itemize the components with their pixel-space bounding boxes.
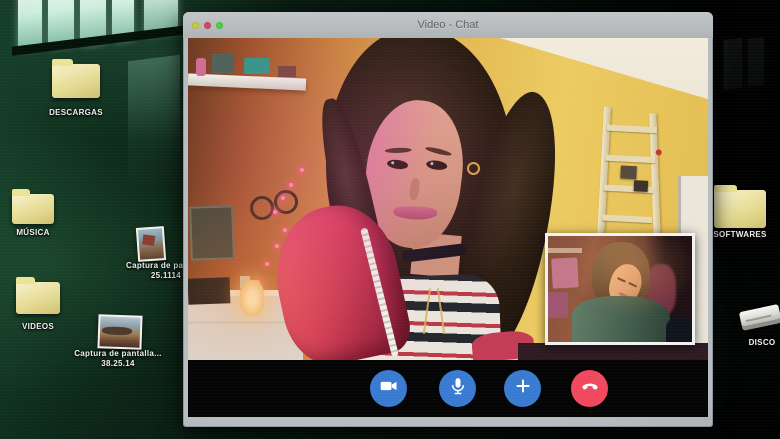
shelf-tin [244, 58, 270, 74]
pip-dark-corner [666, 318, 692, 342]
pip-poster-2 [548, 292, 568, 318]
shelf-bottle [196, 58, 206, 76]
wall-bike-decor-2 [274, 190, 298, 214]
plus-icon [513, 376, 533, 401]
shelf-books [278, 66, 296, 77]
folder-icon-musica[interactable] [12, 194, 54, 224]
camera-button[interactable] [370, 370, 407, 407]
man-hoodie [572, 296, 670, 342]
string-light [275, 244, 279, 248]
folder-icon-softwares[interactable] [714, 190, 766, 228]
local-video-pip[interactable] [545, 233, 695, 345]
hangup-button[interactable] [571, 370, 608, 407]
file-name-line: Captura de pantalla... [63, 349, 173, 359]
microphone-icon [448, 376, 468, 401]
folder-icon-videos[interactable] [16, 282, 60, 314]
string-light [281, 196, 285, 200]
wall-bike-decor [250, 196, 274, 220]
phone-hangup-icon [580, 376, 600, 401]
string-light [265, 262, 269, 266]
video-chat-window: Video - Chat [183, 12, 713, 427]
marquee-light [240, 280, 264, 316]
screenshot-file-icon-1[interactable] [136, 226, 166, 262]
microphone-button[interactable] [439, 370, 476, 407]
window-title: Video - Chat [183, 12, 713, 38]
icon-label-musica[interactable]: MÚSICA [0, 228, 78, 238]
earring [467, 162, 480, 175]
file-name-line2: 38.25.14 [63, 359, 173, 369]
shelf-box [212, 54, 234, 74]
screenshot-file-icon-2[interactable] [97, 314, 142, 350]
wallpaper-light-column [128, 55, 180, 191]
traffic-light-zoom[interactable] [216, 22, 223, 29]
pip-shelf [548, 248, 582, 253]
icon-label-videos[interactable]: VIDEOS [0, 322, 83, 332]
screenshot-thumbnail-1 [138, 228, 164, 260]
call-control-bar [188, 360, 708, 417]
string-light [283, 228, 287, 232]
traffic-light-minimize[interactable] [192, 22, 199, 29]
window-content [188, 38, 708, 417]
window-titlebar[interactable]: Video - Chat [183, 12, 713, 38]
traffic-light-close[interactable] [204, 22, 211, 29]
string-light [300, 168, 304, 172]
string-light [273, 210, 277, 214]
icon-label-descargas[interactable]: DESCARGAS [31, 108, 121, 118]
string-light [289, 183, 293, 187]
screenshot-file-label-2[interactable]: Captura de pantalla... 38.25.14 [63, 349, 173, 369]
folder-icon-descargas[interactable] [52, 64, 100, 98]
icon-label-disco[interactable]: DISCO [717, 338, 780, 348]
pip-poster [551, 257, 579, 288]
bed [518, 343, 708, 360]
add-participant-button[interactable] [504, 370, 541, 407]
remote-video [188, 38, 708, 360]
video-camera-icon [379, 376, 399, 401]
wall-poster [189, 205, 235, 261]
screenshot-thumbnail-2 [99, 316, 140, 347]
laptop [188, 277, 230, 304]
